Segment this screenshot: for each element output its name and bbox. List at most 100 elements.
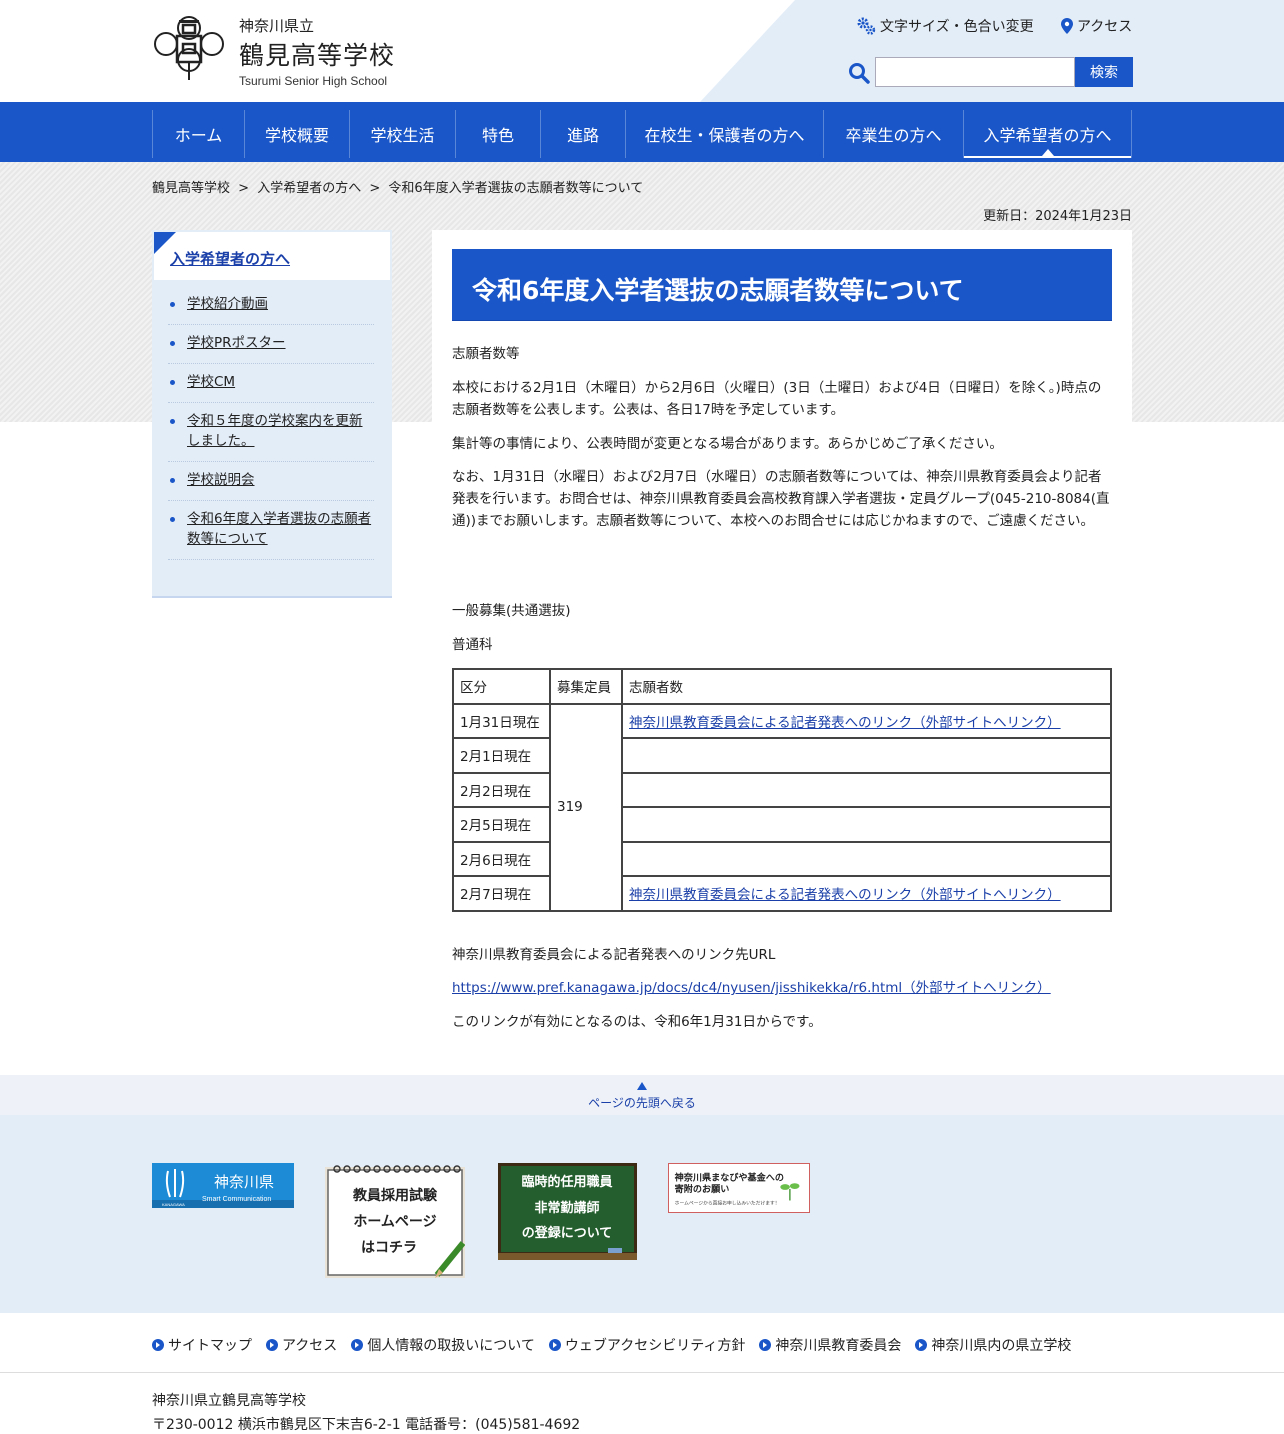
footer-links: サイトマップ アクセス 個人情報の取扱いについて ウェブアクセシビリティ方針 神… bbox=[152, 1335, 1071, 1355]
banner-small: KANAGAWA bbox=[162, 1202, 185, 1207]
arrow-right-icon bbox=[915, 1339, 928, 1351]
footer-address: 〒230-0012 横浜市鶴見区下末吉6-2-1 電話番号：(045)581-4… bbox=[152, 1417, 581, 1433]
table-cell-applicants bbox=[621, 737, 1112, 774]
sidebar-item-link[interactable]: 学校PRポスター bbox=[187, 335, 286, 351]
banner-line: 寄附のお願い bbox=[675, 1183, 730, 1195]
footer-divider bbox=[0, 1372, 1284, 1373]
table-row: 1月31日現在 319 神奈川県教育委員会による記者発表へのリンク（外部サイトへ… bbox=[452, 702, 1112, 912]
sidebar-item-link[interactable]: 学校CM bbox=[187, 374, 235, 390]
press-release-link[interactable]: 神奈川県教育委員会による記者発表へのリンク（外部サイトへリンク） bbox=[629, 887, 1061, 903]
back-to-top-label: ページの先頭へ戻る bbox=[588, 1096, 696, 1110]
site-header: 神奈川県立 鶴見高等学校 Tsurumi Senior High School … bbox=[0, 0, 1284, 102]
sidebar-item-link[interactable]: 令和6年度入学者選抜の志願者数等について bbox=[187, 511, 371, 547]
sidebar-item-link[interactable]: 学校説明会 bbox=[187, 472, 255, 488]
table-cell-date: 2月7日現在 bbox=[452, 875, 551, 912]
applicants-table: 区分 募集定員 志願者数 1月31日現在 319 神奈川県教育委員会による記者発… bbox=[452, 668, 1112, 912]
sidebar-item: 令和6年度入学者選抜の志願者数等について bbox=[168, 501, 374, 560]
table-cell-applicants bbox=[621, 806, 1112, 843]
breadcrumb-separator: > bbox=[238, 181, 250, 196]
footer-link-privacy[interactable]: 個人情報の取扱いについて bbox=[351, 1335, 535, 1355]
footer-link-board-of-education[interactable]: 神奈川県教育委員会 bbox=[759, 1335, 901, 1355]
font-color-settings-link[interactable]: 文字サイズ・色合い変更 bbox=[856, 16, 1034, 36]
main-content: 令和6年度入学者選抜の志願者数等について 志願者数等 本校における2月1日（木曜… bbox=[432, 230, 1132, 1060]
banner-area: 神奈川県 Smart Communication KANAGAWA 教員採用試験… bbox=[0, 1115, 1284, 1313]
sidebar-item: 学校PRポスター bbox=[168, 325, 374, 364]
sidebar-item: 学校説明会 bbox=[168, 462, 374, 501]
table-cell-date: 2月2日現在 bbox=[452, 771, 551, 808]
sidebar-item: 学校CM bbox=[168, 364, 374, 403]
arrow-right-icon bbox=[152, 1339, 164, 1351]
table-cell-applicants bbox=[621, 771, 1112, 808]
footer-link-sitemap[interactable]: サイトマップ bbox=[152, 1335, 252, 1355]
breadcrumb-home[interactable]: 鶴見高等学校 bbox=[152, 181, 230, 196]
gear-icon bbox=[857, 17, 876, 35]
banner-line: はコチラ bbox=[361, 1240, 417, 1256]
teacher-recruitment-banner[interactable]: 教員採用試験 ホームページ はコチラ bbox=[325, 1163, 465, 1278]
updated-date: 更新日：2024年1月23日 bbox=[983, 209, 1132, 224]
breadcrumb: 鶴見高等学校 > 入学希望者の方へ > 令和6年度入学者選抜の志願者数等について bbox=[152, 177, 647, 196]
sidebar-item-link[interactable]: 令和５年度の学校案内を更新しました。 bbox=[187, 413, 363, 449]
search-button[interactable]: 検索 bbox=[1075, 57, 1133, 87]
nav-graduates[interactable]: 卒業生の方へ bbox=[824, 110, 964, 158]
page-title: 令和6年度入学者選抜の志願者数等について bbox=[452, 249, 1112, 321]
nav-features[interactable]: 特色 bbox=[456, 110, 541, 158]
paragraph: 普通科 bbox=[452, 637, 493, 653]
manabiya-fund-banner[interactable]: 神奈川県まなびや基金への 寄附のお願い ホームページから直接お申し込みいただけま… bbox=[668, 1163, 810, 1213]
sidebar-menu: 学校紹介動画 学校PRポスター 学校CM 令和５年度の学校案内を更新しました。 … bbox=[168, 286, 374, 560]
table-cell-date: 2月6日現在 bbox=[452, 840, 551, 877]
table-cell-date: 1月31日現在 bbox=[452, 702, 551, 739]
banner-line: 非常勤講師 bbox=[534, 1200, 599, 1216]
footer-link-access[interactable]: アクセス bbox=[266, 1335, 337, 1355]
external-url-link[interactable]: https://www.pref.kanagawa.jp/docs/dc4/ny… bbox=[452, 980, 1051, 996]
school-prefecture: 神奈川県立 bbox=[239, 17, 315, 35]
paragraph: 一般募集(共通選抜) bbox=[452, 603, 571, 619]
breadcrumb-category[interactable]: 入学希望者の方へ bbox=[257, 181, 361, 196]
nav-career[interactable]: 進路 bbox=[541, 110, 626, 158]
paragraph: 本校における2月1日（木曜日）から2月6日（火曜日）(3日（土曜日）および4日（… bbox=[452, 380, 1102, 418]
paragraph: 集計等の事情により、公表時間が変更となる場合があります。あらかじめご了承ください… bbox=[452, 436, 1003, 452]
footer-school-name: 神奈川県立鶴見高等学校 bbox=[152, 1393, 306, 1409]
arrow-up-icon bbox=[637, 1082, 647, 1090]
search-input[interactable] bbox=[875, 57, 1075, 87]
school-logo-icon[interactable] bbox=[152, 14, 226, 82]
school-name[interactable]: 鶴見高等学校 bbox=[239, 36, 395, 72]
breadcrumb-current: 令和6年度入学者選抜の志願者数等について bbox=[388, 181, 644, 196]
access-link[interactable]: アクセス bbox=[1061, 16, 1132, 36]
font-color-settings-label: 文字サイズ・色合い変更 bbox=[880, 19, 1034, 35]
table-cell-capacity: 319 bbox=[549, 702, 623, 912]
banner-line: 臨時的任用職員 bbox=[521, 1174, 612, 1190]
search-icon bbox=[849, 63, 870, 84]
table-cell-applicants: 神奈川県教育委員会による記者発表へのリンク（外部サイトへリンク） bbox=[621, 875, 1112, 912]
footer-link-accessibility[interactable]: ウェブアクセシビリティ方針 bbox=[548, 1335, 745, 1355]
table-header: 区分 bbox=[452, 668, 551, 705]
map-pin-icon bbox=[1061, 18, 1073, 34]
footer-link-prefectural-schools[interactable]: 神奈川県内の県立学校 bbox=[915, 1335, 1071, 1355]
banner-sub: Smart Communication bbox=[202, 1196, 271, 1203]
banner-line: ホームページ bbox=[353, 1214, 436, 1230]
back-to-top[interactable]: ページの先頭へ戻る bbox=[0, 1075, 1284, 1115]
sidebar-header: 入学希望者の方へ bbox=[154, 232, 390, 280]
banner-text: 神奈川県 bbox=[214, 1173, 274, 1191]
table-cell-applicants: 神奈川県教育委員会による記者発表へのリンク（外部サイトへリンク） bbox=[621, 702, 1112, 739]
nav-about[interactable]: 学校概要 bbox=[245, 110, 350, 158]
table-header: 募集定員 bbox=[549, 668, 623, 705]
school-name-en: Tsurumi Senior High School bbox=[239, 74, 388, 88]
table-cell-date: 2月1日現在 bbox=[452, 737, 551, 774]
nav-home[interactable]: ホーム bbox=[153, 110, 245, 158]
banner-line: 教員採用試験 bbox=[353, 1187, 438, 1204]
paragraph: このリンクが有効にとなるのは、令和6年1月31日からです。 bbox=[452, 1014, 822, 1030]
sidebar-item: 学校紹介動画 bbox=[168, 286, 374, 325]
kanagawa-pref-banner[interactable]: 神奈川県 Smart Communication KANAGAWA bbox=[152, 1163, 294, 1208]
press-release-link[interactable]: 神奈川県教育委員会による記者発表へのリンク（外部サイトへリンク） bbox=[629, 715, 1061, 731]
arrow-right-icon bbox=[759, 1339, 772, 1351]
nav-prospective-students[interactable]: 入学希望者の方へ bbox=[964, 110, 1132, 158]
banner-line: の登録について bbox=[522, 1225, 613, 1241]
sidebar-title-link[interactable]: 入学希望者の方へ bbox=[170, 248, 290, 269]
table-header-row: 区分 募集定員 志願者数 bbox=[452, 668, 1112, 705]
nav-school-life[interactable]: 学校生活 bbox=[350, 110, 456, 158]
nav-students-parents[interactable]: 在校生・保護者の方へ bbox=[626, 110, 824, 158]
paragraph: なお、1月31日（水曜日）および2月7日（水曜日）の志願者数等については、神奈川… bbox=[452, 469, 1110, 529]
temp-staff-banner[interactable]: 臨時的任用職員 非常勤講師 の登録について bbox=[498, 1163, 637, 1260]
table-cell-applicants bbox=[621, 840, 1112, 877]
sidebar-item-link[interactable]: 学校紹介動画 bbox=[187, 296, 268, 312]
